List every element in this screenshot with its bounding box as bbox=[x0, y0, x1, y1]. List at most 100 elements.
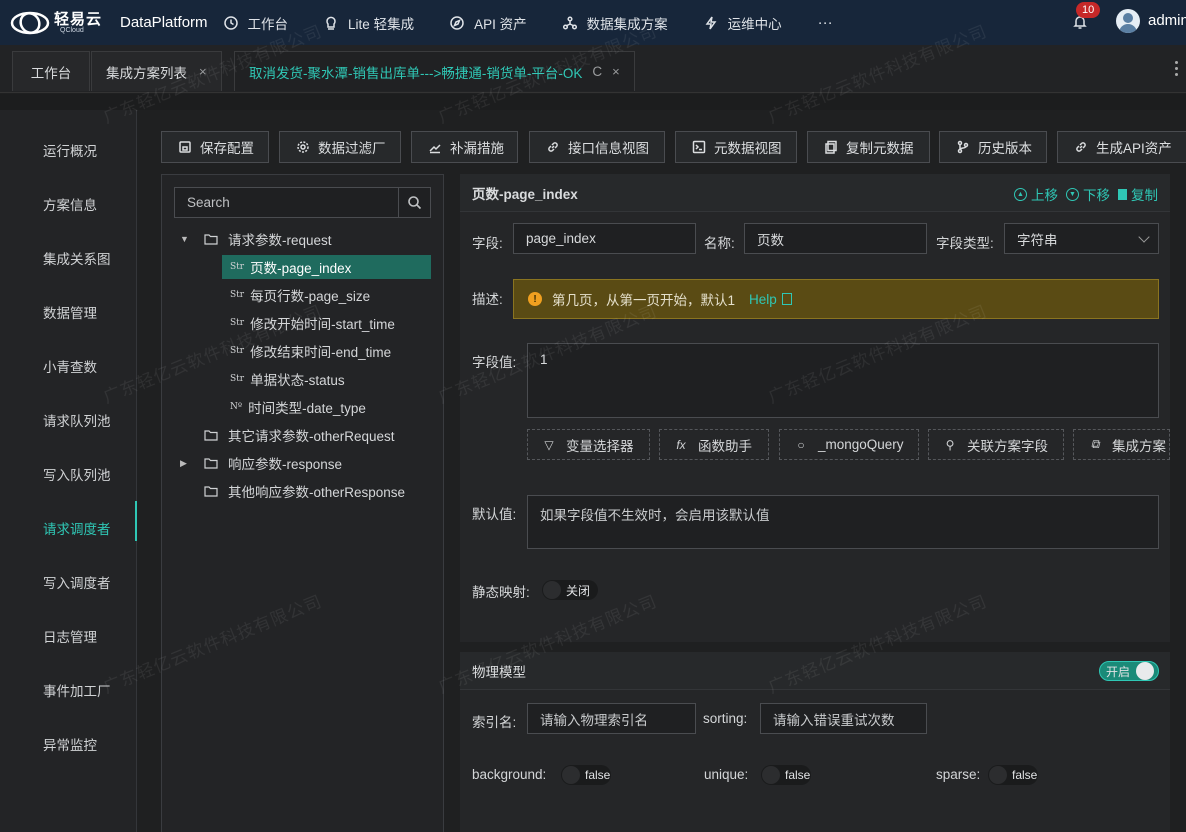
tab-workbench[interactable]: 工作台 bbox=[12, 51, 90, 91]
function-helper-button[interactable]: fx 函数助手 bbox=[659, 429, 769, 460]
sidebar-item-relation-graph[interactable]: 集成关系图 bbox=[0, 231, 136, 285]
tab-solution-list[interactable]: 集成方案列表 × bbox=[91, 51, 222, 91]
sparse-toggle[interactable]: false bbox=[988, 765, 1038, 785]
static-mapping-label: 静态映射: bbox=[472, 585, 530, 600]
toggle-label: false bbox=[785, 768, 811, 782]
static-mapping-toggle[interactable]: 关闭 bbox=[542, 580, 598, 600]
name-input[interactable]: 页数 bbox=[744, 223, 927, 254]
toggle-knob bbox=[989, 766, 1007, 784]
index-name-input[interactable]: 请输入物理索引名 bbox=[527, 703, 696, 734]
sidebar-item-exception-monitor[interactable]: 异常监控 bbox=[0, 717, 136, 771]
sidebar-item-request-queue[interactable]: 请求队列池 bbox=[0, 393, 136, 447]
nav-api-assets[interactable]: API 资产 bbox=[450, 13, 527, 33]
metadata-view-button[interactable]: 元数据视图 bbox=[675, 131, 797, 163]
tree-node-status[interactable]: Str 单据状态-status bbox=[230, 367, 345, 391]
patch-measures-button[interactable]: 补漏措施 bbox=[411, 131, 518, 163]
tree-node-response[interactable]: ▶ 响应参数-response bbox=[180, 451, 342, 475]
tab-bar: 工作台 集成方案列表 × 取消发货-聚水潭-销售出库单--->畅捷通-销货单-平… bbox=[0, 45, 1186, 93]
field-input[interactable]: page_index bbox=[513, 223, 696, 254]
mongo-query-button[interactable]: ○ _mongoQuery bbox=[779, 429, 919, 460]
move-down-button[interactable]: ▼ 下移 bbox=[1066, 184, 1110, 204]
unique-toggle[interactable]: false bbox=[761, 765, 811, 785]
search-icon bbox=[408, 196, 422, 210]
sidebar-item-overview[interactable]: 运行概况 bbox=[0, 123, 136, 177]
avatar[interactable] bbox=[1116, 9, 1140, 33]
sorting-input[interactable]: 请输入错误重试次数 bbox=[760, 703, 927, 734]
branch-icon bbox=[956, 140, 970, 154]
sidebar-item-event-factory[interactable]: 事件加工厂 bbox=[0, 663, 136, 717]
toggle-label: false bbox=[585, 768, 611, 782]
user-name[interactable]: admin bbox=[1148, 12, 1186, 29]
button-label: 生成API资产 bbox=[1096, 141, 1172, 156]
physical-model-toggle[interactable]: 开启 bbox=[1099, 661, 1159, 681]
sidebar-item-write-queue[interactable]: 写入队列池 bbox=[0, 447, 136, 501]
toggle-knob bbox=[762, 766, 780, 784]
background-toggle[interactable]: false bbox=[561, 765, 611, 785]
type-select[interactable]: 字符串 bbox=[1004, 223, 1159, 254]
caret-right-icon[interactable]: ▶ bbox=[180, 458, 190, 469]
sidebar-item-data-query[interactable]: 小青查数 bbox=[0, 339, 136, 393]
nav-integration[interactable]: 数据集成方案 bbox=[562, 13, 668, 33]
tree-node-label: 修改结束时间-end_time bbox=[250, 345, 392, 360]
nav-ops[interactable]: 运维中心 bbox=[704, 13, 782, 33]
copy-metadata-button[interactable]: 复制元数据 bbox=[807, 131, 930, 163]
bolt-icon bbox=[704, 16, 718, 30]
button-label: 补漏措施 bbox=[450, 141, 504, 156]
tree-node-other-response[interactable]: 其他响应参数-otherResponse bbox=[204, 479, 405, 503]
variable-selector-button[interactable]: ▽ 变量选择器 bbox=[527, 429, 650, 460]
interface-view-button[interactable]: 接口信息视图 bbox=[529, 131, 665, 163]
sidebar-item-logs[interactable]: 日志管理 bbox=[0, 609, 136, 663]
history-versions-button[interactable]: 历史版本 bbox=[939, 131, 1047, 163]
nav-label: 运维中心 bbox=[727, 16, 782, 32]
more-menu[interactable]: ··· bbox=[818, 14, 833, 31]
warning-icon: ! bbox=[528, 292, 542, 306]
related-field-button[interactable]: ⚲ 关联方案字段 bbox=[928, 429, 1064, 460]
caret-down-icon[interactable]: ▼ bbox=[180, 234, 190, 244]
close-icon[interactable]: × bbox=[199, 64, 207, 79]
tree-node-label: 其它请求参数-otherRequest bbox=[228, 429, 395, 444]
button-label: 数据过滤厂 bbox=[318, 141, 386, 156]
sidebar-item-solution-info[interactable]: 方案信息 bbox=[0, 177, 136, 231]
button-label: 下移 bbox=[1083, 188, 1110, 203]
tree-node-start-time[interactable]: Str 修改开始时间-start_time bbox=[230, 311, 395, 335]
tree-node-date-type[interactable]: Nº 时间类型-date_type bbox=[230, 395, 366, 419]
move-up-button[interactable]: ▲ 上移 bbox=[1014, 184, 1058, 204]
tree-node-request[interactable]: ▼ 请求参数-request bbox=[180, 227, 332, 251]
type-select-value: 字符串 bbox=[1017, 232, 1058, 248]
close-icon[interactable]: × bbox=[612, 64, 620, 79]
copy-icon bbox=[1118, 188, 1127, 200]
data-filter-button[interactable]: 数据过滤厂 bbox=[279, 131, 401, 163]
nav-lite[interactable]: Lite 轻集成 bbox=[324, 13, 414, 33]
save-config-button[interactable]: 保存配置 bbox=[161, 131, 269, 163]
tree-node-page-index[interactable]: Str 页数-page_index bbox=[222, 255, 431, 279]
refresh-icon[interactable]: C bbox=[592, 64, 602, 79]
toolbar: 保存配置 数据过滤厂 补漏措施 接口信息视图 元数据视图 复制元数据 历史版本 … bbox=[160, 131, 1186, 163]
sidebar-item-write-scheduler[interactable]: 写入调度者 bbox=[0, 555, 136, 609]
logo[interactable]: 轻易云 QCloud bbox=[10, 10, 114, 36]
default-value-textarea[interactable]: 如果字段值不生效时，会启用该默认值 bbox=[527, 495, 1159, 549]
tree-node-end-time[interactable]: Str 修改结束时间-end_time bbox=[230, 339, 391, 363]
tree-node-label: 时间类型-date_type bbox=[248, 401, 366, 416]
panel-title: 页数-page_index bbox=[472, 186, 578, 202]
tree-node-label: 单据状态-status bbox=[250, 373, 345, 388]
tab-menu-icon[interactable] bbox=[1172, 61, 1180, 77]
logo-text: 轻易云 bbox=[54, 10, 103, 28]
search-button[interactable] bbox=[398, 188, 430, 217]
tree-node-page-size[interactable]: Str 每页行数-page_size bbox=[230, 283, 370, 307]
nav-workbench[interactable]: 工作台 bbox=[223, 13, 288, 33]
search-input[interactable] bbox=[175, 188, 398, 217]
integration-solution-button[interactable]: ⧉ 集成方案 bbox=[1073, 429, 1170, 460]
sidebar-item-data-management[interactable]: 数据管理 bbox=[0, 285, 136, 339]
string-type-icon: Str bbox=[230, 318, 245, 328]
copy-button[interactable]: 复制 bbox=[1118, 184, 1158, 204]
name-label: 名称: bbox=[704, 236, 735, 251]
tree-node-other-request[interactable]: 其它请求参数-otherRequest bbox=[204, 423, 395, 447]
sidebar-item-request-scheduler[interactable]: 请求调度者 bbox=[0, 501, 137, 555]
toggle-knob bbox=[1136, 662, 1155, 680]
generate-api-asset-button[interactable]: 生成API资产 bbox=[1057, 131, 1186, 163]
value-textarea[interactable]: 1 bbox=[527, 343, 1159, 418]
trend-icon bbox=[428, 140, 442, 154]
help-link[interactable]: Help bbox=[749, 292, 792, 307]
tab-current-solution[interactable]: 取消发货-聚水潭-销售出库单--->畅捷通-销货单-平台-OK C × bbox=[234, 51, 635, 91]
bulb-icon bbox=[324, 16, 338, 30]
